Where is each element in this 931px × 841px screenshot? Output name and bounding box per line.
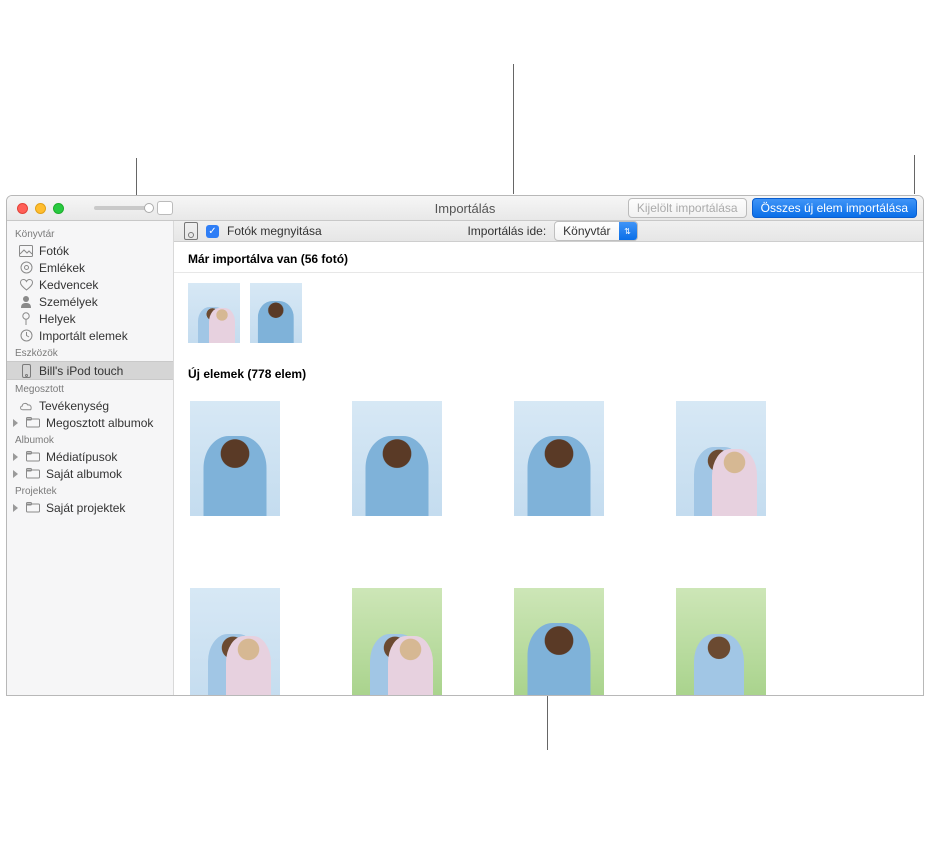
sidebar-item-label: Saját albumok (46, 467, 122, 481)
sidebar-item-favorites[interactable]: Kedvencek (7, 276, 173, 293)
minimize-icon[interactable] (35, 203, 46, 214)
clock-icon (19, 329, 33, 342)
import-toolbar: ✓ Fotók megnyitása Importálás ide: Könyv… (174, 221, 923, 242)
titlebar: Importálás Kijelölt importálása Összes ú… (7, 196, 923, 221)
folder-icon (26, 467, 40, 480)
new-items-header: Új elemek (778 elem) (174, 357, 923, 387)
window-title: Importálás (435, 201, 496, 216)
import-selected-button[interactable]: Kijelölt importálása (628, 198, 747, 218)
import-to-label: Importálás ide: (467, 224, 546, 238)
folder-icon (26, 416, 40, 429)
ipod-icon (19, 364, 33, 377)
maximize-icon[interactable] (53, 203, 64, 214)
callout-line (914, 155, 915, 194)
photo-thumbnail[interactable] (188, 283, 240, 343)
sidebar-item-label: Médiatípusok (46, 450, 117, 464)
photo-thumbnail[interactable] (352, 588, 442, 695)
memories-icon (19, 261, 33, 274)
photos-icon (19, 244, 33, 257)
import-to-value: Könyvtár (555, 224, 618, 238)
new-items-grid (174, 387, 923, 695)
folder-icon (26, 501, 40, 514)
close-icon[interactable] (17, 203, 28, 214)
sidebar-section-devices: Eszközök (7, 344, 173, 361)
sidebar-item-label: Megosztott albumok (46, 416, 153, 430)
zoom-thumb[interactable] (144, 203, 154, 213)
device-icon (184, 222, 198, 240)
disclosure-triangle-icon[interactable] (13, 470, 18, 478)
sidebar-item-my-albums[interactable]: Saját albumok (7, 465, 173, 482)
sidebar-item-device[interactable]: Bill's iPod touch (7, 361, 173, 380)
zoom-slider[interactable] (94, 206, 149, 210)
sidebar-item-label: Tevékenység (39, 399, 109, 413)
cloud-icon (19, 399, 33, 412)
sidebar-section-projects: Projektek (7, 482, 173, 499)
sidebar: Könyvtár Fotók Emlékek Kedvencek (7, 221, 174, 695)
open-photos-label: Fotók megnyitása (227, 224, 322, 238)
sidebar-item-places[interactable]: Helyek (7, 310, 173, 327)
sidebar-item-label: Bill's iPod touch (39, 364, 123, 378)
pin-icon (19, 312, 33, 325)
sidebar-item-label: Személyek (39, 295, 98, 309)
photo-thumbnail[interactable] (514, 588, 604, 695)
sidebar-item-label: Fotók (39, 244, 69, 258)
import-content: ✓ Fotók megnyitása Importálás ide: Könyv… (174, 221, 923, 695)
import-to-select[interactable]: Könyvtár ⇅ (554, 221, 637, 241)
disclosure-triangle-icon[interactable] (13, 419, 18, 427)
disclosure-triangle-icon[interactable] (13, 453, 18, 461)
heart-icon (19, 278, 33, 291)
sidebar-item-label: Importált elemek (39, 329, 128, 343)
sidebar-section-albums: Albumok (7, 431, 173, 448)
photo-thumbnail[interactable] (676, 401, 766, 516)
disclosure-triangle-icon[interactable] (13, 504, 18, 512)
callout-line (513, 64, 514, 194)
sidebar-item-photos[interactable]: Fotók (7, 242, 173, 259)
sidebar-item-imported[interactable]: Importált elemek (7, 327, 173, 344)
sidebar-item-my-projects[interactable]: Saját projektek (7, 499, 173, 516)
photo-thumbnail[interactable] (190, 401, 280, 516)
photos-window: Importálás Kijelölt importálása Összes ú… (6, 195, 924, 696)
photo-thumbnail[interactable] (676, 588, 766, 695)
import-all-new-button[interactable]: Összes új elem importálása (752, 198, 917, 218)
sidebar-item-label: Emlékek (39, 261, 85, 275)
sidebar-section-shared: Megosztott (7, 380, 173, 397)
photo-thumbnail[interactable] (250, 283, 302, 343)
sidebar-section-library: Könyvtár (7, 225, 173, 242)
view-toggle[interactable] (157, 201, 173, 215)
sidebar-item-shared-albums[interactable]: Megosztott albumok (7, 414, 173, 431)
photo-thumbnail[interactable] (514, 401, 604, 516)
photo-thumbnail[interactable] (190, 588, 280, 695)
window-controls (7, 203, 64, 214)
sidebar-item-label: Kedvencek (39, 278, 98, 292)
sidebar-item-memories[interactable]: Emlékek (7, 259, 173, 276)
select-arrows-icon: ⇅ (619, 222, 637, 240)
sidebar-item-label: Saját projektek (46, 501, 125, 515)
folder-icon (26, 450, 40, 463)
sidebar-item-media-types[interactable]: Médiatípusok (7, 448, 173, 465)
sidebar-item-people[interactable]: Személyek (7, 293, 173, 310)
sidebar-item-label: Helyek (39, 312, 76, 326)
sidebar-item-activity[interactable]: Tevékenység (7, 397, 173, 414)
person-icon (19, 295, 33, 308)
open-photos-checkbox[interactable]: ✓ (206, 225, 219, 238)
already-imported-grid (174, 273, 923, 357)
already-imported-header: Már importálva van (56 fotó) (174, 242, 923, 273)
photo-thumbnail[interactable] (352, 401, 442, 516)
